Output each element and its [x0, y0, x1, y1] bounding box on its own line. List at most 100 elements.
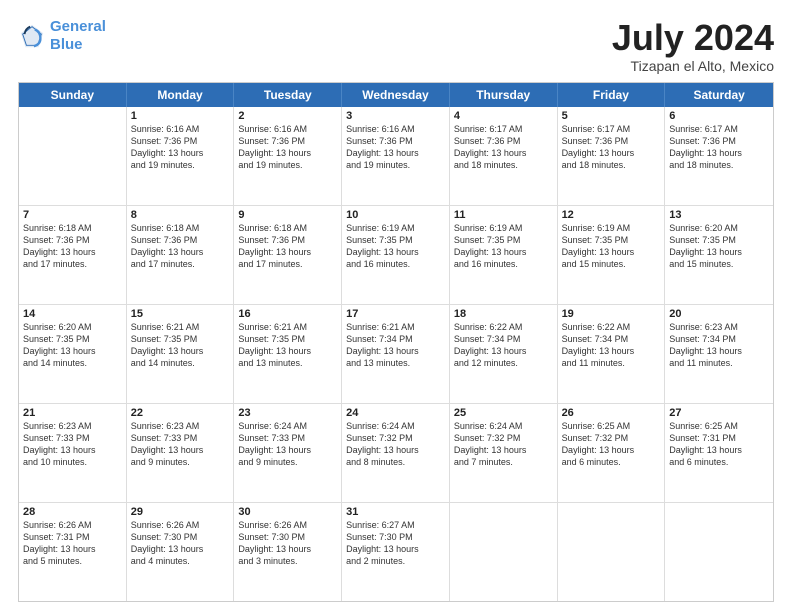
cell-info-line: Sunset: 7:36 PM [131, 135, 230, 147]
day-number: 4 [454, 110, 553, 122]
calendar-week-row: 21Sunrise: 6:23 AMSunset: 7:33 PMDayligh… [19, 404, 773, 503]
cell-info-line: Daylight: 13 hours [131, 147, 230, 159]
page: General Blue July 2024 Tizapan el Alto, … [0, 0, 792, 612]
cell-info-line: Sunset: 7:30 PM [238, 531, 337, 543]
cell-info-line: Sunrise: 6:26 AM [23, 519, 122, 531]
cell-info-line: Sunset: 7:34 PM [454, 333, 553, 345]
cell-info-line: Sunrise: 6:19 AM [454, 222, 553, 234]
day-number: 7 [23, 209, 122, 221]
cell-info-line: and 19 minutes. [346, 159, 445, 171]
cell-info-line: Daylight: 13 hours [23, 345, 122, 357]
cell-info-line: Sunrise: 6:21 AM [238, 321, 337, 333]
cell-info-line: Sunset: 7:34 PM [669, 333, 769, 345]
cell-info-line: and 7 minutes. [454, 456, 553, 468]
day-number: 15 [131, 308, 230, 320]
cell-info-line: Daylight: 13 hours [346, 444, 445, 456]
weekday-header: Sunday [19, 83, 127, 107]
calendar-cell: 28Sunrise: 6:26 AMSunset: 7:31 PMDayligh… [19, 503, 127, 601]
cell-info-line: Daylight: 13 hours [562, 246, 661, 258]
cell-info-line: and 16 minutes. [454, 258, 553, 270]
day-number: 10 [346, 209, 445, 221]
cell-info-line: Sunset: 7:36 PM [238, 135, 337, 147]
calendar-cell: 24Sunrise: 6:24 AMSunset: 7:32 PMDayligh… [342, 404, 450, 502]
calendar-cell: 19Sunrise: 6:22 AMSunset: 7:34 PMDayligh… [558, 305, 666, 403]
cell-info-line: Sunrise: 6:27 AM [346, 519, 445, 531]
calendar-cell: 22Sunrise: 6:23 AMSunset: 7:33 PMDayligh… [127, 404, 235, 502]
cell-info-line: Sunrise: 6:24 AM [454, 420, 553, 432]
cell-info-line: Sunrise: 6:16 AM [346, 123, 445, 135]
day-number: 6 [669, 110, 769, 122]
cell-info-line: Sunset: 7:34 PM [562, 333, 661, 345]
cell-info-line: Sunset: 7:33 PM [131, 432, 230, 444]
cell-info-line: Sunrise: 6:22 AM [454, 321, 553, 333]
cell-info-line: and 14 minutes. [131, 357, 230, 369]
cell-info-line: and 12 minutes. [454, 357, 553, 369]
cell-info-line: Sunrise: 6:22 AM [562, 321, 661, 333]
calendar-cell: 4Sunrise: 6:17 AMSunset: 7:36 PMDaylight… [450, 107, 558, 205]
weekday-header: Saturday [665, 83, 773, 107]
day-number: 13 [669, 209, 769, 221]
cell-info-line: Sunrise: 6:20 AM [669, 222, 769, 234]
day-number: 30 [238, 506, 337, 518]
day-number: 25 [454, 407, 553, 419]
day-number: 9 [238, 209, 337, 221]
cell-info-line: Sunset: 7:36 PM [238, 234, 337, 246]
calendar-cell [665, 503, 773, 601]
day-number: 17 [346, 308, 445, 320]
cell-info-line: Daylight: 13 hours [23, 246, 122, 258]
cell-info-line: Daylight: 13 hours [23, 444, 122, 456]
cell-info-line: and 15 minutes. [669, 258, 769, 270]
cell-info-line: Sunrise: 6:19 AM [562, 222, 661, 234]
day-number: 12 [562, 209, 661, 221]
cell-info-line: Daylight: 13 hours [238, 147, 337, 159]
cell-info-line: Daylight: 13 hours [238, 345, 337, 357]
day-number: 3 [346, 110, 445, 122]
cell-info-line: Daylight: 13 hours [346, 345, 445, 357]
cell-info-line: Sunrise: 6:26 AM [238, 519, 337, 531]
logo: General Blue [18, 18, 106, 54]
cell-info-line: Daylight: 13 hours [562, 444, 661, 456]
cell-info-line: Sunset: 7:36 PM [131, 234, 230, 246]
cell-info-line: and 17 minutes. [131, 258, 230, 270]
calendar-cell: 7Sunrise: 6:18 AMSunset: 7:36 PMDaylight… [19, 206, 127, 304]
cell-info-line: Daylight: 13 hours [454, 444, 553, 456]
cell-info-line: Sunset: 7:30 PM [346, 531, 445, 543]
cell-info-line: Sunrise: 6:25 AM [669, 420, 769, 432]
cell-info-line: and 2 minutes. [346, 555, 445, 567]
cell-info-line: and 11 minutes. [669, 357, 769, 369]
cell-info-line: and 19 minutes. [131, 159, 230, 171]
cell-info-line: Sunset: 7:36 PM [23, 234, 122, 246]
cell-info-line: Daylight: 13 hours [669, 345, 769, 357]
calendar-cell: 26Sunrise: 6:25 AMSunset: 7:32 PMDayligh… [558, 404, 666, 502]
cell-info-line: Sunrise: 6:24 AM [346, 420, 445, 432]
calendar-cell: 13Sunrise: 6:20 AMSunset: 7:35 PMDayligh… [665, 206, 773, 304]
cell-info-line: and 6 minutes. [669, 456, 769, 468]
cell-info-line: and 19 minutes. [238, 159, 337, 171]
calendar-cell: 29Sunrise: 6:26 AMSunset: 7:30 PMDayligh… [127, 503, 235, 601]
month-year: July 2024 [612, 18, 774, 58]
day-number: 20 [669, 308, 769, 320]
cell-info-line: Sunrise: 6:23 AM [669, 321, 769, 333]
calendar-week-row: 1Sunrise: 6:16 AMSunset: 7:36 PMDaylight… [19, 107, 773, 206]
day-number: 27 [669, 407, 769, 419]
cell-info-line: Sunset: 7:32 PM [454, 432, 553, 444]
calendar-cell: 10Sunrise: 6:19 AMSunset: 7:35 PMDayligh… [342, 206, 450, 304]
weekday-header: Friday [558, 83, 666, 107]
cell-info-line: and 18 minutes. [669, 159, 769, 171]
calendar-cell: 30Sunrise: 6:26 AMSunset: 7:30 PMDayligh… [234, 503, 342, 601]
cell-info-line: Sunrise: 6:17 AM [669, 123, 769, 135]
cell-info-line: and 3 minutes. [238, 555, 337, 567]
cell-info-line: Sunset: 7:35 PM [562, 234, 661, 246]
cell-info-line: Sunrise: 6:23 AM [131, 420, 230, 432]
calendar-cell: 15Sunrise: 6:21 AMSunset: 7:35 PMDayligh… [127, 305, 235, 403]
cell-info-line: Sunrise: 6:18 AM [131, 222, 230, 234]
cell-info-line: and 13 minutes. [346, 357, 445, 369]
cell-info-line: Daylight: 13 hours [238, 444, 337, 456]
calendar-cell: 2Sunrise: 6:16 AMSunset: 7:36 PMDaylight… [234, 107, 342, 205]
cell-info-line: Sunset: 7:34 PM [346, 333, 445, 345]
cell-info-line: Sunrise: 6:20 AM [23, 321, 122, 333]
day-number: 31 [346, 506, 445, 518]
cell-info-line: Sunset: 7:33 PM [238, 432, 337, 444]
cell-info-line: Daylight: 13 hours [131, 444, 230, 456]
cell-info-line: Sunset: 7:31 PM [23, 531, 122, 543]
